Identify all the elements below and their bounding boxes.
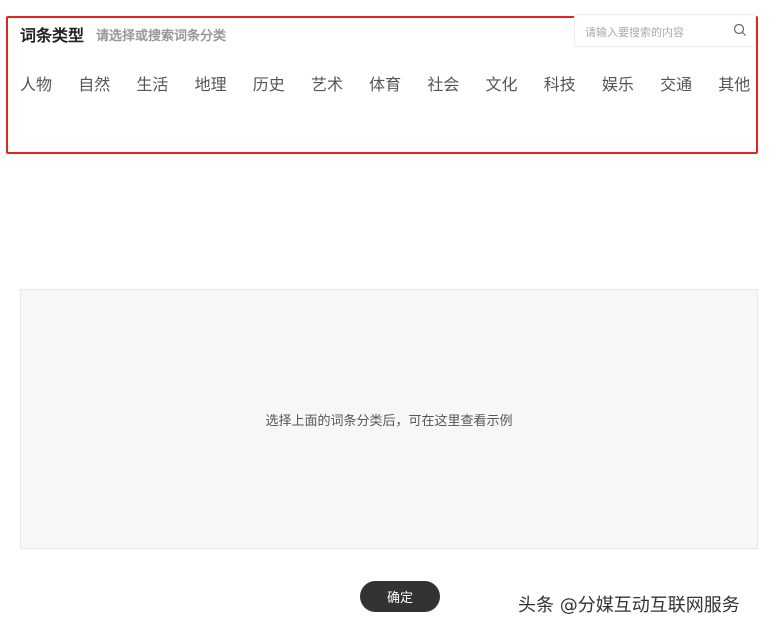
- preview-hint: 选择上面的词条分类后，可在这里查看示例: [265, 413, 513, 429]
- section-subtitle: 请选择或搜索词条分类: [96, 29, 227, 44]
- category-item[interactable]: 交通: [660, 71, 718, 95]
- category-item[interactable]: 生活: [136, 71, 194, 95]
- category-item[interactable]: 人物: [20, 71, 78, 95]
- category-list: 人物 自然 生活 地理 历史 艺术 体育 社会 文化 科技 娱乐 交通 其他: [20, 71, 776, 95]
- confirm-button[interactable]: 确定: [360, 581, 440, 612]
- search-placeholder: 请输入要搜索的内容: [585, 26, 684, 39]
- category-item[interactable]: 体育: [369, 71, 427, 95]
- category-item[interactable]: 历史: [253, 71, 311, 95]
- category-item[interactable]: 艺术: [311, 71, 369, 95]
- example-preview-panel: 选择上面的词条分类后，可在这里查看示例: [20, 289, 758, 549]
- search-icon[interactable]: [733, 23, 747, 37]
- category-item[interactable]: 科技: [544, 71, 602, 95]
- search-input[interactable]: 请输入要搜索的内容: [574, 14, 756, 47]
- category-item[interactable]: 社会: [427, 71, 485, 95]
- category-item[interactable]: 文化: [486, 71, 544, 95]
- category-item[interactable]: 其他: [718, 71, 776, 95]
- category-item[interactable]: 地理: [195, 71, 253, 95]
- watermark: 头条 @分媒互动互联网服务: [518, 595, 740, 616]
- section-title: 词条类型: [20, 26, 85, 45]
- category-item[interactable]: 自然: [78, 71, 136, 95]
- category-item[interactable]: 娱乐: [602, 71, 660, 95]
